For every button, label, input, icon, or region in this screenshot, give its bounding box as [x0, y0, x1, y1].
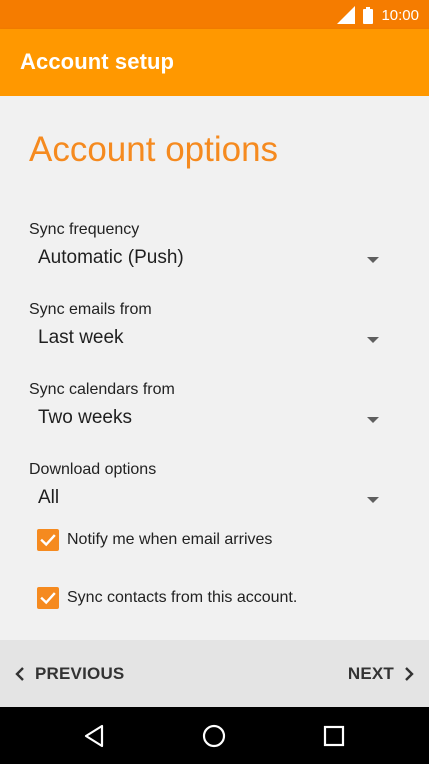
download-options-value: All	[38, 487, 60, 508]
notify-email-label: Notify me when email arrives	[67, 531, 273, 548]
dropdown-arrow-icon	[367, 257, 379, 263]
next-button[interactable]: NEXT	[348, 662, 415, 686]
status-icons: 10:00	[337, 4, 419, 26]
notify-email-checkbox[interactable]	[37, 529, 59, 551]
sync-emails-value: Last week	[38, 327, 124, 348]
status-bar: 10:00	[0, 0, 429, 29]
checkmark-icon	[40, 534, 56, 547]
app-bar: Account setup	[0, 29, 429, 96]
sync-frequency-value: Automatic (Push)	[38, 247, 184, 268]
recents-icon[interactable]	[321, 723, 347, 749]
signal-icon	[337, 6, 356, 24]
screen: 10:00 Account setup Account options Sync…	[0, 0, 429, 764]
sync-frequency-label: Sync frequency	[29, 221, 140, 238]
app-title: Account setup	[20, 49, 175, 74]
home-icon[interactable]	[201, 723, 227, 749]
sync-contacts-checkbox-row[interactable]: Sync contacts from this account.	[37, 586, 297, 610]
dropdown-arrow-icon	[367, 497, 379, 503]
chevron-left-icon	[15, 667, 24, 681]
previous-button[interactable]: PREVIOUS	[14, 662, 124, 686]
download-options-label: Download options	[29, 461, 157, 478]
notify-email-checkbox-row[interactable]: Notify me when email arrives	[37, 528, 272, 552]
sync-emails-label: Sync emails from	[29, 301, 152, 318]
sync-frequency-field: Sync frequency Automatic (Push)	[29, 221, 389, 281]
sync-frequency-dropdown[interactable]: Automatic (Push)	[29, 241, 389, 275]
system-nav-bar	[0, 707, 429, 764]
sync-calendars-label: Sync calendars from	[29, 381, 175, 398]
dropdown-arrow-icon	[367, 417, 379, 423]
chevron-right-icon	[405, 667, 414, 681]
next-label: NEXT	[347, 664, 394, 683]
sync-calendars-dropdown[interactable]: Two weeks	[29, 401, 389, 435]
download-options-dropdown[interactable]: All	[29, 481, 389, 515]
sync-calendars-value: Two weeks	[38, 407, 132, 428]
checkmark-icon	[40, 592, 56, 605]
sync-calendars-field: Sync calendars from Two weeks	[29, 381, 389, 441]
page-title: Account options	[29, 130, 279, 169]
back-icon[interactable]	[82, 723, 108, 749]
previous-label: PREVIOUS	[35, 664, 125, 683]
sync-contacts-label: Sync contacts from this account.	[67, 589, 298, 606]
sync-emails-field: Sync emails from Last week	[29, 301, 389, 361]
main-content: Account options Sync frequency Automatic…	[0, 96, 429, 640]
dropdown-arrow-icon	[367, 337, 379, 343]
battery-icon	[363, 6, 374, 24]
sync-emails-dropdown[interactable]: Last week	[29, 321, 389, 355]
sync-contacts-checkbox[interactable]	[37, 587, 59, 609]
download-options-field: Download options All	[29, 461, 389, 521]
status-time: 10:00	[381, 6, 419, 24]
wizard-nav-bar: PREVIOUS NEXT	[0, 640, 429, 707]
